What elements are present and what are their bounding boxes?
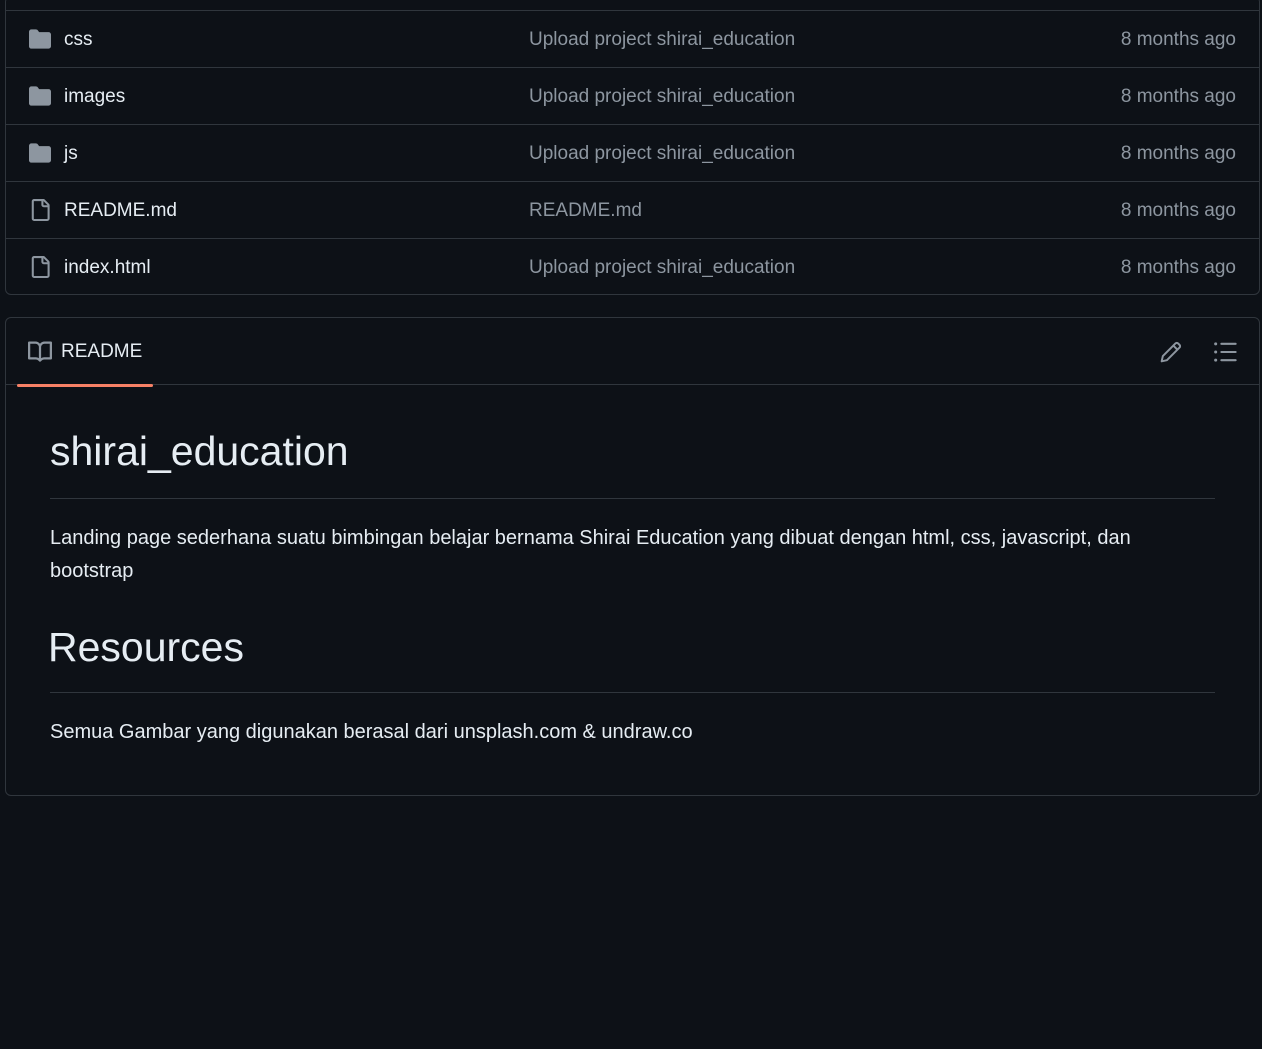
- file-name-link[interactable]: index.html: [64, 239, 151, 294]
- commit-message-link[interactable]: Upload project shirai_education: [529, 239, 795, 294]
- commit-message-link[interactable]: README.md: [529, 182, 642, 239]
- folder-icon: [29, 143, 51, 163]
- resources-heading: Resources: [48, 624, 244, 670]
- pencil-icon[interactable]: [1157, 338, 1185, 366]
- folder-icon: [29, 29, 51, 49]
- commit-time: 8 months ago: [1120, 143, 1236, 164]
- list-icon[interactable]: [1211, 338, 1239, 366]
- commit-message-link[interactable]: Upload project shirai_education: [529, 68, 795, 125]
- readme-panel: README shirai_education Landing page sed…: [5, 317, 1260, 796]
- file-name-link[interactable]: css: [64, 11, 93, 68]
- divider: [50, 498, 1215, 499]
- commit-time: 8 months ago: [1120, 29, 1236, 50]
- folder-icon: [29, 86, 51, 106]
- file-row-images[interactable]: images Upload project shirai_education 8…: [6, 67, 1259, 124]
- commit-message-link[interactable]: Upload project shirai_education: [529, 125, 795, 182]
- commit-message-link[interactable]: Upload project shirai_education: [529, 11, 795, 68]
- file-name-link[interactable]: README.md: [64, 182, 177, 239]
- active-tab-indicator: [17, 384, 153, 387]
- readme-title: shirai_education: [50, 428, 349, 474]
- book-icon: [28, 341, 52, 362]
- tab-readme-label: README: [61, 341, 143, 362]
- file-list: css Upload project shirai_education 8 mo…: [5, 0, 1260, 295]
- commit-time: 8 months ago: [1120, 200, 1236, 221]
- file-row-css[interactable]: css Upload project shirai_education 8 mo…: [6, 10, 1259, 67]
- divider: [50, 692, 1215, 693]
- file-name-link[interactable]: js: [64, 125, 78, 182]
- resources-text: Semua Gambar yang digunakan berasal dari…: [50, 721, 693, 743]
- readme-header: README: [6, 318, 1259, 387]
- readme-description: Landing page sederhana suatu bimbingan b…: [50, 527, 1131, 582]
- file-row-index[interactable]: index.html Upload project shirai_educati…: [6, 238, 1259, 294]
- file-icon: [31, 256, 50, 278]
- commit-time: 8 months ago: [1120, 257, 1236, 278]
- file-name-link[interactable]: images: [64, 68, 125, 125]
- commit-time: 8 months ago: [1120, 86, 1236, 107]
- file-icon: [31, 199, 50, 221]
- tab-readme[interactable]: README: [17, 318, 153, 387]
- file-row-js[interactable]: js Upload project shirai_education 8 mon…: [6, 124, 1259, 181]
- file-row-readme[interactable]: README.md README.md 8 months ago: [6, 181, 1259, 238]
